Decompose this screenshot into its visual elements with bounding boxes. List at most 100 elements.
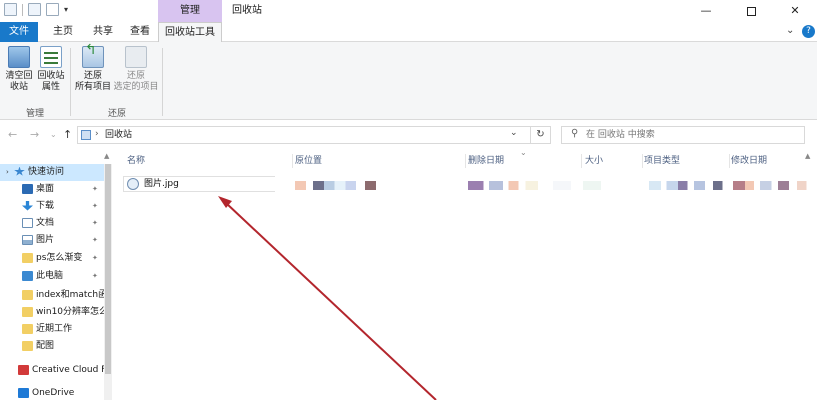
nav-folder-ps[interactable]: ps怎么渐变 ✦	[0, 250, 104, 267]
title-bar: ▾ 管理 回收站 — ✕	[0, 0, 817, 22]
column-divider[interactable]	[465, 154, 466, 168]
nav-creative-cloud[interactable]: Creative Cloud F	[0, 362, 104, 379]
creative-cloud-icon	[18, 364, 29, 375]
tab-recycle-bin-tools[interactable]: 回收站工具	[158, 22, 222, 43]
column-divider[interactable]	[729, 154, 730, 168]
pin-icon[interactable]: ✦	[92, 250, 98, 267]
ribbon-group-divider	[70, 48, 71, 116]
expand-caret-icon[interactable]: ›	[6, 164, 14, 181]
desktop-icon	[22, 183, 33, 194]
restore-all-items-button[interactable]: 还原 所有项目	[74, 45, 112, 93]
navigation-scrollbar-thumb[interactable]	[105, 164, 111, 374]
recycle-bin-small-icon	[81, 130, 91, 140]
column-divider[interactable]	[581, 154, 582, 168]
quick-access-toolbar: ▾	[4, 3, 68, 16]
restore-selected-label-2: 选定的项目	[113, 82, 159, 92]
address-bar[interactable]: › 回收站 ⌄ ↻	[77, 126, 551, 144]
column-header-name[interactable]: 名称	[127, 150, 293, 172]
tab-file[interactable]: 文件	[0, 22, 38, 42]
ribbon-group-divider	[162, 48, 163, 116]
breadcrumb-recycle-bin[interactable]: 回收站	[105, 127, 132, 143]
document-icon	[22, 217, 33, 228]
group-label-restore: 还原	[108, 109, 127, 119]
nav-documents[interactable]: 文档 ✦	[0, 215, 104, 232]
restore-selected-icon	[125, 46, 147, 68]
image-file-icon	[127, 178, 139, 190]
minimize-button[interactable]: —	[684, 0, 728, 22]
tab-home[interactable]: 主页	[44, 22, 82, 42]
address-dropdown-icon[interactable]: ⌄	[510, 128, 518, 138]
pin-icon[interactable]: ✦	[92, 215, 98, 232]
restore-icon	[82, 45, 104, 68]
manage-context-tab[interactable]: 管理	[158, 0, 222, 22]
bin-props-label-1: 回收站	[37, 71, 65, 81]
new-folder-icon[interactable]	[46, 3, 59, 16]
computer-icon	[22, 270, 33, 281]
download-icon	[22, 200, 33, 211]
empty-bin-label-2: 收站	[9, 82, 28, 92]
column-divider[interactable]	[642, 154, 643, 168]
customize-dropdown-icon[interactable]: ▾	[64, 5, 68, 14]
obscured-item-type	[649, 181, 729, 190]
pin-icon[interactable]: ✦	[92, 198, 98, 215]
obscured-date-deleted	[468, 181, 538, 190]
recycle-bin-properties-button[interactable]: 回收站 属性	[36, 46, 66, 93]
nav-folder-images[interactable]: 配图	[0, 338, 104, 355]
column-header-size[interactable]: 大小	[585, 150, 643, 172]
bin-props-label-2: 属性	[41, 82, 60, 92]
navigation-pane: ▲ › 快速访问 桌面 ✦ 下载 ✦ 文档 ✦ 图片 ✦ ps怎么渐变 ✦ 此电脑 ✦ ind…	[0, 150, 115, 400]
column-divider[interactable]	[292, 154, 293, 168]
empty-bin-label-1: 清空回	[5, 71, 33, 81]
tab-share[interactable]: 共享	[84, 22, 122, 42]
file-name: 图片.jpg	[144, 179, 179, 189]
nav-quick-access[interactable]: › 快速访问	[0, 164, 104, 181]
tab-view[interactable]: 查看	[121, 22, 159, 42]
properties-checklist-icon	[40, 46, 62, 68]
column-header-date-modified[interactable]: 修改日期	[731, 150, 815, 172]
group-label-manage: 管理	[26, 109, 45, 119]
column-header-original-location[interactable]: 原位置	[295, 150, 467, 172]
nav-desktop[interactable]: 桌面 ✦	[0, 181, 104, 198]
maximize-icon	[746, 6, 756, 16]
file-list: ▲ 名称 原位置 删除日期 ⌄ 大小 项目类型 修改日期 图片.jpg	[115, 148, 817, 400]
search-icon: ⚲	[571, 128, 579, 139]
star-icon	[14, 166, 25, 176]
nav-folder-recent-work[interactable]: 近期工作	[0, 321, 104, 338]
refresh-button[interactable]: ↻	[530, 127, 550, 143]
scroll-up-arrow-icon[interactable]: ▲	[104, 152, 109, 160]
forward-arrow-icon[interactable]: →	[30, 128, 39, 141]
nav-this-pc[interactable]: 此电脑 ✦	[0, 268, 104, 285]
onedrive-icon	[18, 387, 29, 398]
nav-folder-win10[interactable]: win10分辨率怎么	[0, 304, 104, 321]
pin-icon[interactable]: ✦	[92, 181, 98, 198]
maximize-button[interactable]	[729, 0, 773, 22]
toolbar-divider	[22, 3, 23, 16]
nav-pictures[interactable]: 图片 ✦	[0, 232, 104, 249]
checkmark-icon[interactable]	[28, 3, 41, 16]
obscured-original-location	[295, 181, 385, 190]
search-box[interactable]: ⚲	[561, 126, 805, 144]
nav-downloads[interactable]: 下载 ✦	[0, 198, 104, 215]
pin-icon[interactable]: ✦	[92, 268, 98, 285]
properties-icon[interactable]	[4, 3, 17, 16]
pin-icon[interactable]: ✦	[92, 232, 98, 249]
recent-locations-chevron-icon[interactable]: ⌄	[50, 130, 57, 139]
ribbon-tab-bar: 文件 主页 共享 查看 回收站工具 ⌄ ?	[0, 22, 817, 43]
close-button[interactable]: ✕	[773, 0, 817, 22]
search-input[interactable]	[586, 127, 796, 143]
empty-recycle-bin-button[interactable]: 清空回 收站	[4, 46, 34, 93]
folder-icon	[22, 340, 33, 351]
restore-selected-items-button[interactable]: 还原 选定的项目	[112, 46, 160, 93]
table-row[interactable]: 图片.jpg	[123, 176, 813, 192]
back-arrow-icon[interactable]: ←	[8, 128, 17, 141]
folder-icon	[22, 306, 33, 317]
ribbon-collapse-chevron-icon[interactable]: ⌄	[786, 25, 794, 36]
nav-onedrive[interactable]: OneDrive	[0, 385, 104, 400]
nav-folder-index-match[interactable]: index和match函	[0, 287, 104, 304]
column-header-item-type[interactable]: 项目类型	[644, 150, 730, 172]
ribbon: 清空回 收站 回收站 属性 还原 所有项目 还原 选定的项目 管理 还原	[0, 42, 817, 120]
help-icon[interactable]: ?	[802, 25, 815, 38]
breadcrumb-separator-icon[interactable]: ›	[95, 129, 99, 139]
up-arrow-icon[interactable]: ↑	[63, 128, 72, 141]
folder-icon	[22, 252, 33, 263]
